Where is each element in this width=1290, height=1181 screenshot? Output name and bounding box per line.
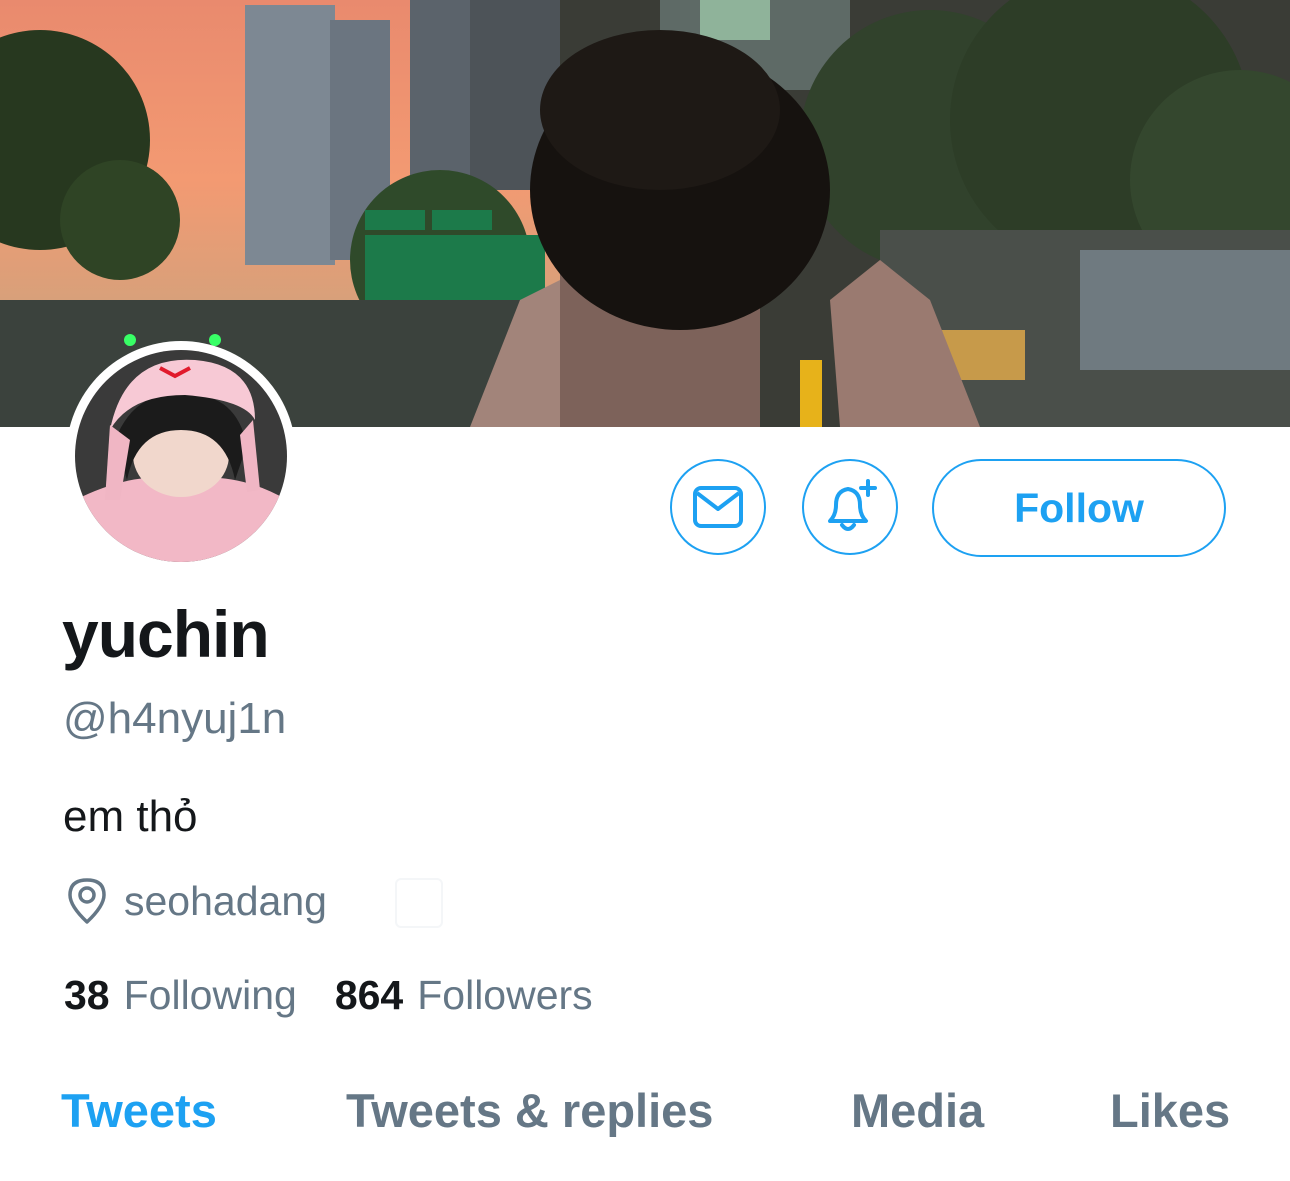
notifications-button[interactable] xyxy=(802,459,898,555)
following-link[interactable]: 38 Following xyxy=(64,972,297,1019)
bell-plus-icon xyxy=(828,479,877,531)
following-label: Following xyxy=(123,972,297,1018)
followers-link[interactable]: 864 Followers xyxy=(335,972,593,1019)
followers-label: Followers xyxy=(417,972,593,1018)
profile-avatar[interactable] xyxy=(66,341,296,571)
calendar-icon xyxy=(395,878,443,928)
profile-name: yuchin xyxy=(62,597,270,671)
tab-likes[interactable]: Likes xyxy=(1110,1083,1230,1138)
tab-tweets-replies[interactable]: Tweets & replies xyxy=(346,1083,713,1138)
following-count: 38 xyxy=(64,972,110,1018)
envelope-icon xyxy=(693,486,743,528)
followers-count: 864 xyxy=(334,972,404,1018)
profile-stats: 38 Following 864 Followers xyxy=(64,972,593,1019)
location-pin-icon xyxy=(68,878,106,924)
profile-bio: em thỏ xyxy=(63,792,198,841)
profile-handle: @h4nyuj1n xyxy=(63,694,287,743)
follow-button[interactable]: Follow xyxy=(932,459,1226,557)
location-text: seohadang xyxy=(124,877,327,924)
message-button[interactable] xyxy=(670,459,766,555)
tab-tweets[interactable]: Tweets xyxy=(61,1083,217,1138)
tab-media[interactable]: Media xyxy=(851,1083,984,1138)
profile-location: seohadang xyxy=(64,876,327,926)
